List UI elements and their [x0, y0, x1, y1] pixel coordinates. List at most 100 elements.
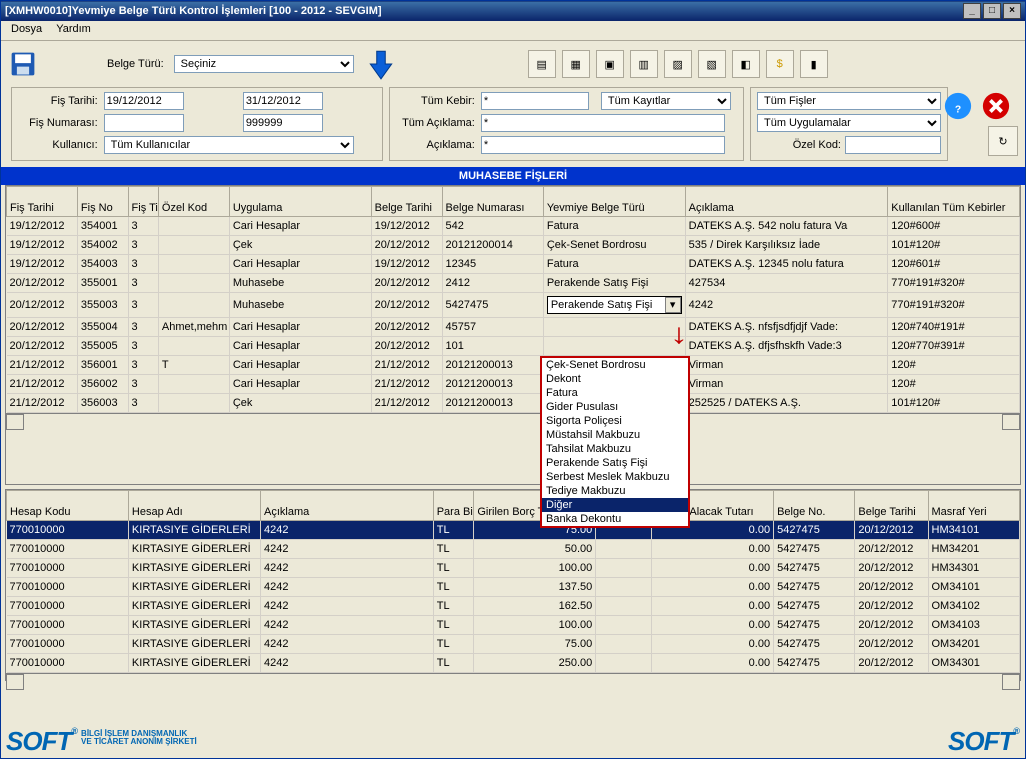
grid1-hscroll[interactable]	[6, 413, 1020, 429]
chevron-down-icon[interactable]: ▾	[665, 297, 681, 313]
col-aciklama[interactable]: Açıklama	[685, 187, 888, 217]
fis-tarihi-label: Fiş Tarihi:	[18, 95, 98, 107]
belge-turu-select[interactable]: Seçiniz	[174, 55, 354, 73]
close-button[interactable]: ×	[1003, 3, 1021, 19]
menu-help[interactable]: Yardım	[56, 23, 91, 38]
table-row[interactable]: 770010000KIRTASIYE GİDERLERİ4242TL 137.5…	[7, 578, 1020, 597]
ozel-kod-label: Özel Kod:	[793, 139, 841, 151]
table-row[interactable]: 21/12/20123560033Çek 21/12/2012201212000…	[7, 394, 1020, 413]
tum-aciklama-label: Tüm Açıklama:	[396, 117, 475, 129]
svg-text:?: ?	[955, 105, 961, 116]
dropdown-option[interactable]: Serbest Meslek Makbuzu	[542, 470, 688, 484]
table-row[interactable]: 770010000KIRTASIYE GİDERLERİ4242TL 250.0…	[7, 654, 1020, 673]
col2-hesap_adi[interactable]: Hesap Adı	[128, 491, 260, 521]
table-row[interactable]: 770010000KIRTASIYE GİDERLERİ4242TL 100.0…	[7, 616, 1020, 635]
kullanici-select[interactable]: Tüm Kullanıcılar	[104, 136, 354, 154]
yevmiye-dropdown-popup[interactable]: Çek-Senet BordrosuDekontFaturaGider Pusu…	[540, 356, 690, 528]
col-belge_no[interactable]: Belge Numarası	[442, 187, 543, 217]
table-row[interactable]: 19/12/20123540033Cari Hesaplar 19/12/201…	[7, 255, 1020, 274]
ozel-kod-input[interactable]	[845, 136, 941, 154]
table-row[interactable]: 21/12/20123560023Cari Hesaplar 21/12/201…	[7, 375, 1020, 394]
tum-fisler-select[interactable]: Tüm Fişler	[757, 92, 941, 110]
tool-icon-6[interactable]: ▧	[698, 50, 726, 78]
tool-icon-5[interactable]: ▨	[664, 50, 692, 78]
apply-arrow-icon[interactable]	[364, 47, 398, 81]
tum-kebir-label: Tüm Kebir:	[396, 95, 475, 107]
col-fis_tarihi[interactable]: Fiş Tarihi	[7, 187, 78, 217]
tum-aciklama-input[interactable]	[481, 114, 725, 132]
table-row[interactable]: 770010000KIRTASIYE GİDERLERİ4242TL 75.00…	[7, 635, 1020, 654]
annotation-arrow-icon: ↓	[670, 318, 688, 350]
dropdown-option[interactable]: Müstahsil Makbuzu	[542, 428, 688, 442]
tool-icon-8[interactable]: $	[766, 50, 794, 78]
minimize-button[interactable]: _	[963, 3, 981, 19]
help-icon[interactable]: ?	[943, 91, 973, 121]
col-uygulama[interactable]: Uygulama	[229, 187, 371, 217]
col-fis_no[interactable]: Fiş No	[77, 187, 128, 217]
tool-icon-4[interactable]: ▥	[630, 50, 658, 78]
table-row[interactable]: 20/12/20123550033Muhasebe 20/12/20125427…	[7, 293, 1020, 318]
table-row[interactable]: 21/12/20123560013TCari Hesaplar 21/12/20…	[7, 356, 1020, 375]
fis-tarihi-to[interactable]	[243, 92, 323, 110]
dropdown-option[interactable]: Gider Pusulası	[542, 400, 688, 414]
fis-no-to[interactable]	[243, 114, 323, 132]
table-row[interactable]: 770010000KIRTASIYE GİDERLERİ4242TL 100.0…	[7, 559, 1020, 578]
tum-kayitlar-select[interactable]: Tüm Kayıtlar	[601, 92, 731, 110]
brand-logo-right: SOFT®	[948, 726, 1020, 757]
tool-icon-2[interactable]: ▦	[562, 50, 590, 78]
table-row[interactable]: 20/12/20123550013Muhasebe 20/12/20122412…	[7, 274, 1020, 293]
close-icon[interactable]	[981, 91, 1011, 121]
col2-hesap_kodu[interactable]: Hesap Kodu	[7, 491, 129, 521]
table-row[interactable]: 20/12/20123550043Ahmet,mehmCari Hesaplar…	[7, 318, 1020, 337]
grid2-hscroll[interactable]	[6, 673, 1020, 689]
table-row[interactable]: 770010000KIRTASIYE GİDERLERİ4242TL 75.00…	[7, 521, 1020, 540]
col-ozel_kod[interactable]: Özel Kod	[158, 187, 229, 217]
menu-file[interactable]: Dosya	[11, 23, 42, 38]
main-grid[interactable]: Fiş TarihiFiş NoFiş TipiÖzel KodUygulama…	[6, 186, 1020, 413]
dropdown-option[interactable]: Perakende Satış Fişi	[542, 456, 688, 470]
tool-icon-3[interactable]: ▣	[596, 50, 624, 78]
fis-no-label: Fiş Numarası:	[18, 117, 98, 129]
col2-aciklama[interactable]: Açıklama	[261, 491, 434, 521]
dropdown-option[interactable]: Diğer	[542, 498, 688, 512]
belge-turu-label: Belge Türü:	[107, 58, 164, 70]
tum-kebir-input[interactable]	[481, 92, 589, 110]
col-kebirler[interactable]: Kullanılan Tüm Kebirler	[888, 187, 1020, 217]
table-row[interactable]: 770010000KIRTASIYE GİDERLERİ4242TL 162.5…	[7, 597, 1020, 616]
dropdown-option[interactable]: Dekont	[542, 372, 688, 386]
save-icon[interactable]	[9, 50, 37, 78]
col2-belgeno[interactable]: Belge No.	[774, 491, 855, 521]
section-header: MUHASEBE FİŞLERİ	[1, 167, 1025, 185]
dropdown-option[interactable]: Çek-Senet Bordrosu	[542, 358, 688, 372]
yevmiye-dropdown[interactable]: Perakende Satış Fişi▾	[547, 296, 682, 314]
fis-tarihi-from[interactable]	[104, 92, 184, 110]
window-title: [XMHW0010]Yevmiye Belge Türü Kontrol İşl…	[5, 5, 963, 17]
table-row[interactable]: 19/12/20123540023Çek 20/12/2012201212000…	[7, 236, 1020, 255]
kullanici-label: Kullanıcı:	[18, 139, 98, 151]
maximize-button[interactable]: □	[983, 3, 1001, 19]
dropdown-option[interactable]: Banka Dekontu	[542, 512, 688, 526]
table-row[interactable]: 770010000KIRTASIYE GİDERLERİ4242TL 50.00…	[7, 540, 1020, 559]
table-row[interactable]: 20/12/20123550053Cari Hesaplar 20/12/201…	[7, 337, 1020, 356]
col-fis_tipi[interactable]: Fiş Tipi	[128, 187, 158, 217]
dropdown-option[interactable]: Sigorta Poliçesi	[542, 414, 688, 428]
brand-logo-left: SOFT® BİLGİ İŞLEM DANIŞMANLIK VE TİCARET…	[6, 726, 197, 757]
aciklama-input[interactable]	[481, 136, 725, 154]
col-yevmiye[interactable]: Yevmiye Belge Türü	[543, 187, 685, 217]
col2-para[interactable]: Para Birimi	[433, 491, 474, 521]
fis-no-from[interactable]	[104, 114, 184, 132]
tool-icon-1[interactable]: ▤	[528, 50, 556, 78]
tool-icon-9[interactable]: ▮	[800, 50, 828, 78]
col2-masraf[interactable]: Masraf Yeri	[928, 491, 1020, 521]
aciklama-label: Açıklama:	[396, 139, 475, 151]
tum-uygulamalar-select[interactable]: Tüm Uygulamalar	[757, 114, 941, 132]
detail-grid[interactable]: Hesap KoduHesap AdıAçıklamaPara BirimiGi…	[6, 490, 1020, 673]
refresh-icon[interactable]: ↻	[988, 126, 1018, 156]
table-row[interactable]: 19/12/20123540013Cari Hesaplar 19/12/201…	[7, 217, 1020, 236]
col-belge_tarihi[interactable]: Belge Tarihi	[371, 187, 442, 217]
dropdown-option[interactable]: Tediye Makbuzu	[542, 484, 688, 498]
dropdown-option[interactable]: Tahsilat Makbuzu	[542, 442, 688, 456]
tool-icon-7[interactable]: ◧	[732, 50, 760, 78]
col2-belge_tarihi[interactable]: Belge Tarihi	[855, 491, 928, 521]
dropdown-option[interactable]: Fatura	[542, 386, 688, 400]
